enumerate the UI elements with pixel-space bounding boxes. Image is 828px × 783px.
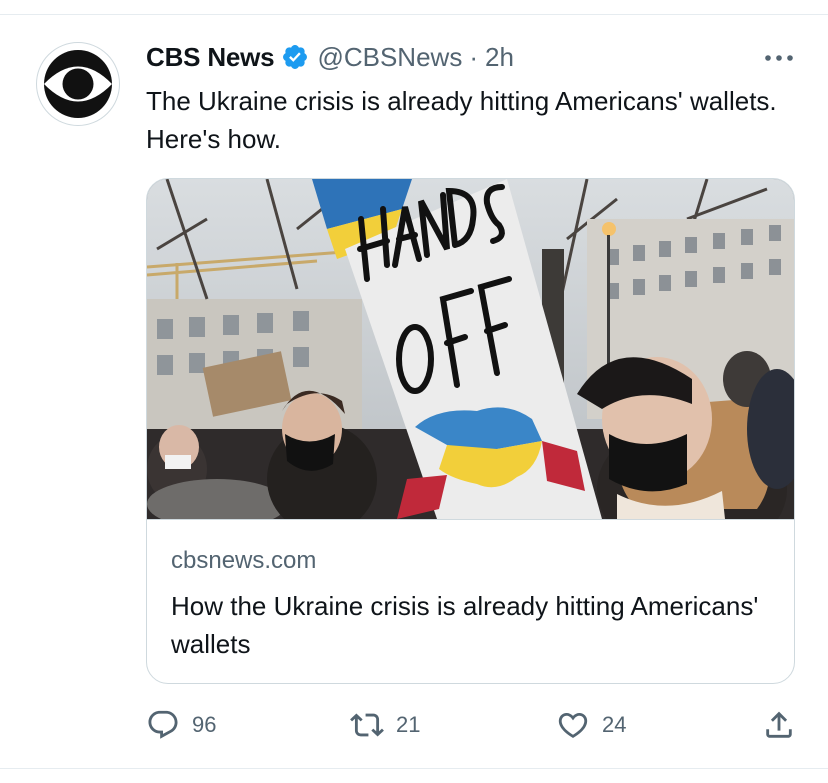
reply-count: 96 — [192, 712, 217, 737]
retweet-button[interactable]: 21 — [350, 708, 420, 742]
link-card[interactable]: cbsnews.com How the Ukraine crisis is al… — [146, 178, 795, 684]
reply-icon — [148, 710, 178, 739]
card-domain: cbsnews.com — [171, 547, 317, 574]
cbs-eye-logo-icon — [44, 50, 112, 118]
author-handle[interactable]: @CBSNews — [317, 42, 462, 73]
avatar[interactable] — [36, 42, 120, 126]
tweet-actions: 96 21 24 — [0, 700, 828, 750]
share-button[interactable] — [762, 708, 796, 742]
like-button[interactable]: 24 — [556, 708, 626, 742]
like-count: 24 — [602, 712, 627, 737]
more-options-button[interactable] — [762, 44, 796, 72]
top-divider — [0, 14, 828, 15]
retweet-count: 21 — [396, 712, 421, 737]
share-icon — [766, 711, 792, 738]
bottom-divider — [0, 768, 828, 769]
retweet-icon — [350, 713, 384, 737]
tweet-text: The Ukraine crisis is already hitting Am… — [146, 86, 777, 154]
card-image — [147, 179, 794, 519]
card-divider — [147, 519, 794, 520]
more-horizontal-icon — [765, 55, 793, 61]
protest-photo-icon — [147, 179, 794, 519]
reply-button[interactable]: 96 — [146, 708, 216, 742]
separator-dot: · — [469, 41, 478, 72]
timestamp[interactable]: 2h — [485, 42, 514, 73]
card-title: How the Ukraine crisis is already hittin… — [171, 591, 759, 659]
tweet-header: CBS News @CBSNews · 2h — [146, 40, 514, 74]
verified-badge-icon — [281, 43, 309, 71]
heart-icon — [558, 712, 588, 738]
author-name[interactable]: CBS News — [146, 42, 275, 73]
